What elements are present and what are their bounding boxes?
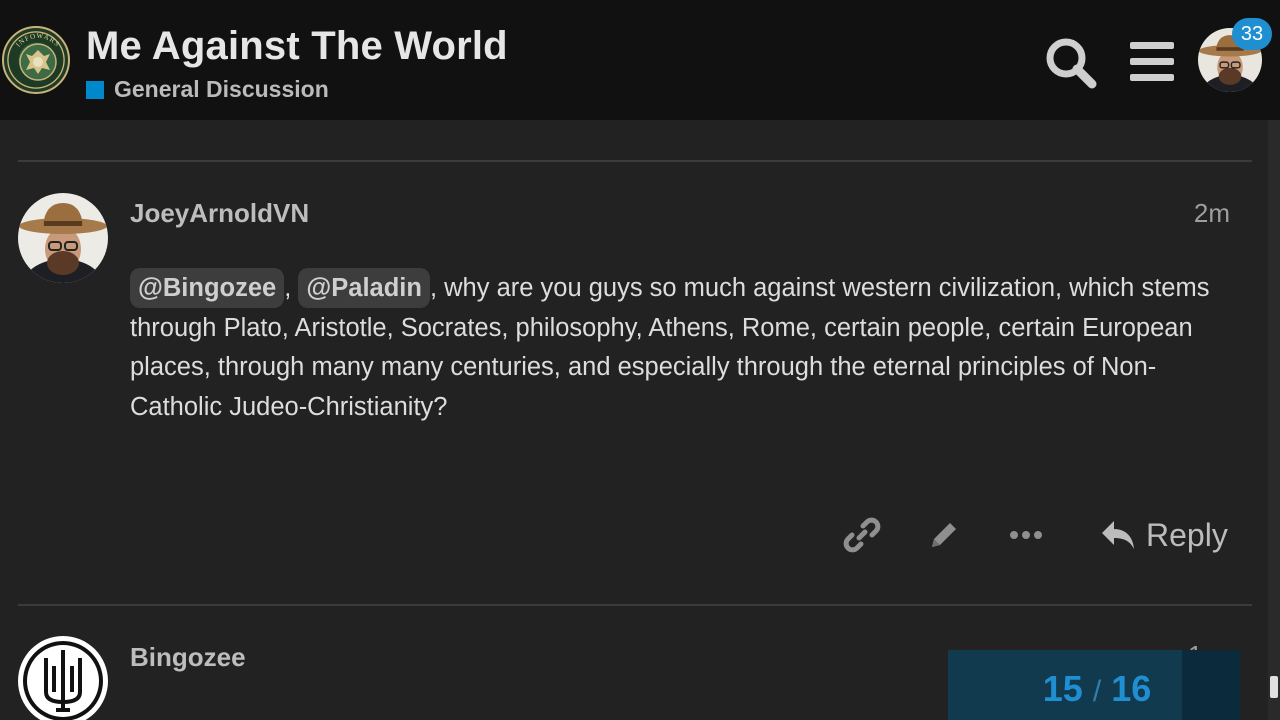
next-post-author-username[interactable]: Bingozee	[130, 642, 246, 673]
post-divider-bottom	[18, 604, 1252, 606]
post-divider-top	[18, 160, 1252, 162]
progress-current: 15	[1042, 668, 1083, 709]
hamburger-menu-icon	[1130, 42, 1174, 81]
topic-title[interactable]: Me Against The World	[86, 24, 508, 69]
reply-button[interactable]: Reply	[1100, 512, 1240, 558]
post-date[interactable]: 2m	[1160, 198, 1230, 229]
site-header: INFOWARS Me Against The World General Di…	[0, 0, 1280, 120]
more-actions-button[interactable]	[1004, 512, 1048, 558]
post-author-avatar[interactable]	[18, 193, 108, 283]
mention-separator: ,	[284, 274, 292, 302]
copy-link-button[interactable]	[840, 512, 884, 558]
topic-progress-bar[interactable]: 15 / 16	[948, 650, 1240, 720]
category-color-swatch	[86, 80, 104, 99]
progress-total: 16	[1111, 668, 1152, 709]
trident-emblem-icon	[20, 638, 106, 720]
page-scrollbar[interactable]	[1268, 120, 1280, 720]
link-icon	[843, 517, 881, 553]
hamburger-menu-button[interactable]	[1126, 38, 1178, 86]
search-icon	[1046, 38, 1097, 89]
ellipsis-icon	[1010, 531, 1042, 539]
topic-progress-text: 15 / 16	[948, 668, 1240, 710]
scrollbar-thumb[interactable]	[1270, 676, 1278, 698]
reply-label: Reply	[1146, 516, 1228, 553]
category-label: General Discussion	[114, 76, 329, 102]
mention-link[interactable]: @Paladin	[298, 268, 430, 308]
user-avatar-icon	[18, 193, 108, 283]
progress-separator: /	[1092, 675, 1102, 708]
post-body: @Bingozee, @Paladin, why are you guys so…	[130, 268, 1230, 427]
topic-page: INFOWARS Me Against The World General Di…	[0, 0, 1280, 720]
post-author-username[interactable]: JoeyArnoldVN	[130, 198, 309, 229]
reply-arrow-icon	[1102, 521, 1134, 549]
pencil-icon	[932, 523, 956, 547]
edit-post-button[interactable]	[922, 512, 966, 558]
site-logo[interactable]: INFOWARS	[2, 26, 70, 94]
next-post-author-avatar[interactable]	[18, 636, 108, 720]
search-button[interactable]	[1042, 34, 1100, 92]
mention-link[interactable]: @Bingozee	[130, 268, 285, 308]
post-text: , why are you guys so much against weste…	[130, 274, 1210, 421]
army-seal-logo: INFOWARS	[14, 32, 61, 81]
notification-count-badge[interactable]: 33	[1232, 18, 1272, 50]
category-badge[interactable]: General Discussion	[86, 76, 329, 103]
post-actions: Reply	[0, 512, 1280, 558]
